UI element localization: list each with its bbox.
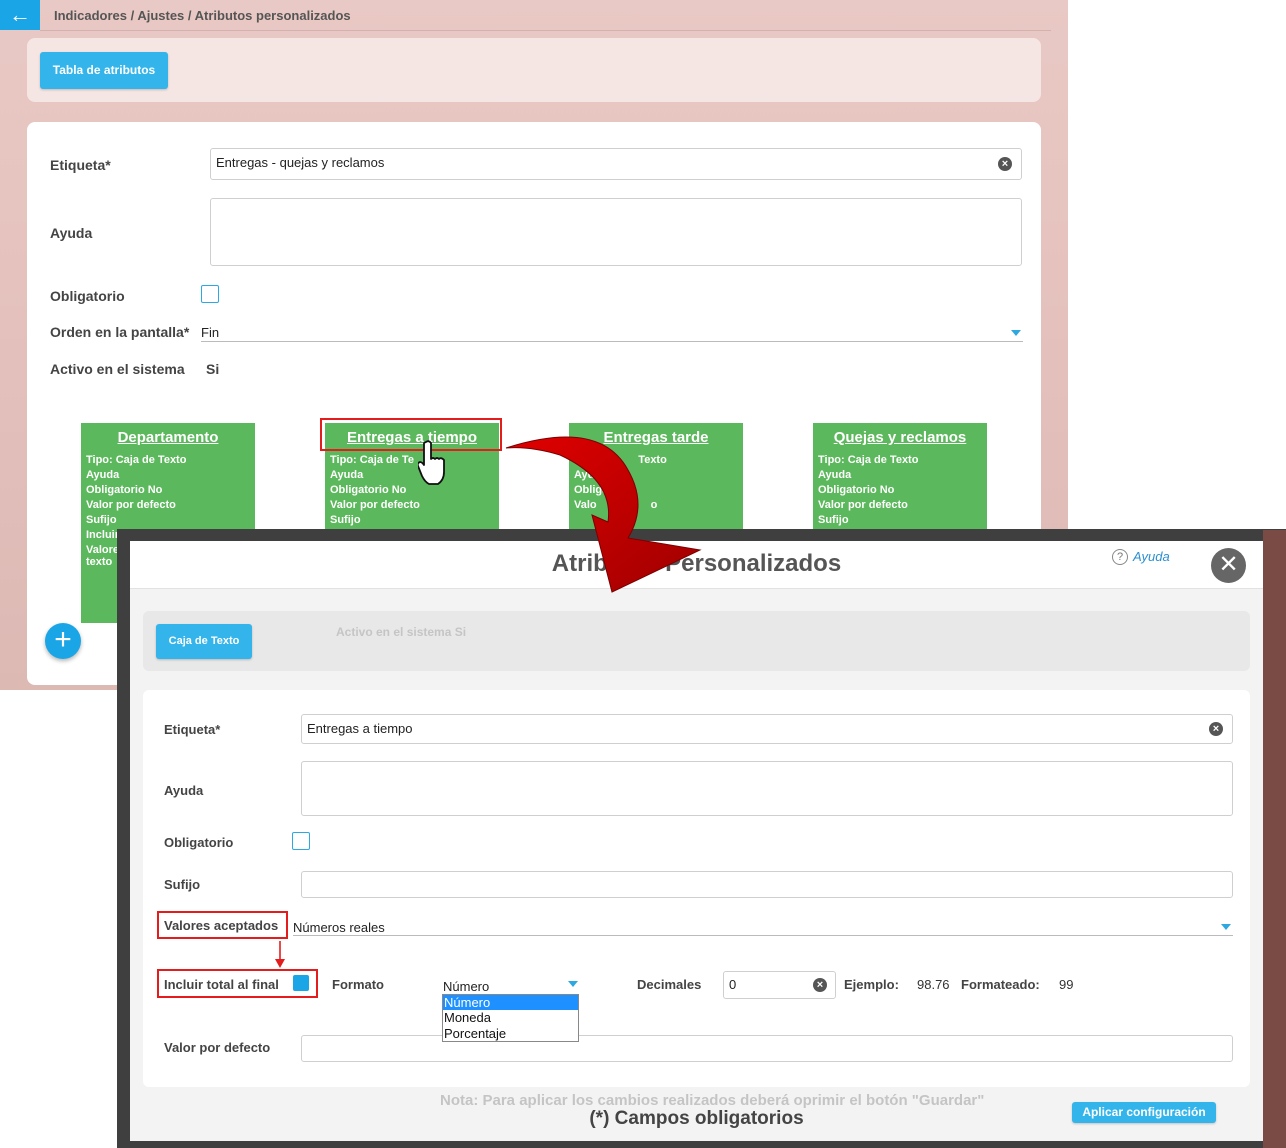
close-button[interactable]: ✕ bbox=[1211, 548, 1246, 583]
help-textarea[interactable] bbox=[210, 198, 1022, 266]
label-input-value: Entregas a tiempo bbox=[307, 721, 413, 736]
format-option[interactable]: Moneda bbox=[443, 1010, 578, 1025]
active-field-label: Activo en el sistema bbox=[50, 361, 185, 377]
attributes-table-button[interactable]: Tabla de atributos bbox=[40, 52, 168, 89]
help-field-label: Ayuda bbox=[50, 225, 93, 241]
attribute-card-line: Obligatorio No bbox=[86, 484, 163, 496]
type-toolbar-card: Caja de Texto Activo en el sistema Si bbox=[143, 611, 1250, 671]
clear-icon[interactable]: × bbox=[998, 157, 1012, 171]
modal-form-card: Etiqueta* Entregas a tiempo × Ayuda Obli… bbox=[143, 690, 1250, 1087]
format-select[interactable]: Número bbox=[443, 979, 578, 994]
help-icon[interactable]: ? bbox=[1112, 549, 1128, 565]
highlight-box bbox=[157, 911, 288, 939]
required-field-label: Obligatorio bbox=[164, 835, 234, 850]
highlight-box bbox=[157, 969, 318, 998]
suffix-input[interactable] bbox=[301, 871, 1233, 898]
formatted-label: Formateado: bbox=[961, 977, 1040, 992]
attribute-card-title[interactable]: Quejas y reclamos bbox=[813, 429, 987, 446]
format-option[interactable]: Número bbox=[443, 995, 578, 1011]
arrow-down-icon bbox=[275, 941, 285, 968]
default-value-input[interactable] bbox=[301, 1035, 1233, 1062]
attribute-card-line: Sufijo bbox=[330, 514, 361, 526]
attribute-card-line: Valor por defecto bbox=[818, 499, 908, 511]
attribute-card-line: Valor por defecto bbox=[330, 499, 420, 511]
order-select[interactable]: Fin bbox=[201, 325, 1023, 342]
format-select-value: Número bbox=[443, 979, 490, 994]
attribute-card-title[interactable]: Departamento bbox=[81, 429, 255, 446]
accepted-values-value: Números reales bbox=[293, 920, 385, 935]
apply-configuration-button[interactable]: Aplicar configuración bbox=[1072, 1102, 1216, 1123]
label-field-label: Etiqueta* bbox=[50, 157, 111, 173]
attribute-card-line: Valor por defecto bbox=[86, 499, 176, 511]
required-checkbox[interactable] bbox=[292, 832, 310, 850]
order-field-label: Orden en la pantalla* bbox=[50, 324, 190, 340]
add-attribute-button[interactable]: + bbox=[45, 623, 81, 659]
attribute-card-line: Ayuda bbox=[330, 469, 364, 481]
attribute-card-line: Obligato bbox=[574, 484, 619, 496]
back-arrow-icon[interactable]: ← bbox=[0, 0, 40, 30]
decimals-label: Decimales bbox=[637, 977, 702, 992]
attribute-card-line: Tipo: Caja de Te bbox=[330, 454, 414, 466]
help-textarea[interactable] bbox=[301, 761, 1233, 816]
modal-title: Atributos Personalizados bbox=[551, 550, 842, 577]
attribute-card-line: Obligatorio No bbox=[330, 484, 407, 496]
attribute-card-line: Tipo: Caja de Texto bbox=[818, 454, 919, 466]
ghost-text: Activo en el sistema Si bbox=[336, 625, 467, 639]
example-value: 98.76 bbox=[917, 977, 950, 992]
format-options-list[interactable]: Número Moneda Porcentaje bbox=[442, 994, 579, 1042]
suffix-field-label: Sufijo bbox=[164, 877, 201, 892]
hand-cursor-icon bbox=[418, 440, 445, 485]
decimals-input[interactable]: 0 × bbox=[723, 971, 836, 999]
clear-icon[interactable]: × bbox=[1209, 722, 1223, 736]
chevron-down-icon bbox=[1221, 924, 1231, 930]
modal-backdrop-edge bbox=[1263, 530, 1286, 1148]
required-field-label: Obligatorio bbox=[50, 288, 125, 304]
chevron-down-icon bbox=[1011, 330, 1021, 336]
attribute-card-line: Sufijo bbox=[86, 514, 117, 526]
accepted-values-select[interactable]: Números reales bbox=[293, 920, 1233, 936]
attribute-card-line: Obligatorio No bbox=[818, 484, 895, 496]
attribute-card-title[interactable]: Entregas tarde bbox=[569, 429, 743, 446]
default-value-label: Valor por defecto bbox=[164, 1040, 271, 1055]
format-option[interactable]: Porcentaje bbox=[443, 1026, 578, 1041]
modal-header: Atributos Personalizados ? Ayuda ✕ bbox=[130, 541, 1263, 589]
attribute-card-line: Sufijo bbox=[818, 514, 849, 526]
formatted-value: 99 bbox=[1059, 977, 1074, 992]
breadcrumb: Indicadores / Ajustes / Atributos person… bbox=[54, 8, 351, 23]
required-checkbox[interactable] bbox=[201, 285, 219, 303]
label-input[interactable]: Entregas - quejas y reclamos × bbox=[210, 148, 1022, 180]
custom-attributes-modal: Atributos Personalizados ? Ayuda ✕ Caja … bbox=[130, 541, 1263, 1141]
breadcrumb-divider bbox=[40, 30, 1051, 31]
label-input[interactable]: Entregas a tiempo × bbox=[301, 714, 1233, 744]
label-field-label: Etiqueta* bbox=[164, 722, 221, 737]
text-box-type-button[interactable]: Caja de Texto bbox=[156, 624, 252, 659]
label-input-value: Entregas - quejas y reclamos bbox=[216, 155, 385, 170]
help-field-label: Ayuda bbox=[164, 783, 204, 798]
attribute-card-line: Tipo: Caja de Texto bbox=[86, 454, 187, 466]
help-link[interactable]: Ayuda bbox=[1133, 549, 1170, 564]
active-value: Si bbox=[206, 361, 220, 377]
order-select-value: Fin bbox=[201, 325, 220, 340]
attribute-card-line: Tip Texto bbox=[574, 454, 667, 466]
example-label: Ejemplo: bbox=[844, 977, 899, 992]
chevron-down-icon bbox=[568, 981, 578, 987]
highlight-box bbox=[320, 418, 502, 451]
attribute-card-line: Ayuda bbox=[574, 469, 608, 481]
clear-icon[interactable]: × bbox=[813, 978, 827, 992]
decimals-value: 0 bbox=[729, 977, 737, 992]
format-label: Formato bbox=[332, 977, 384, 992]
attribute-card-line: Valo o bbox=[574, 499, 658, 511]
attribute-card-line: Ayuda bbox=[818, 469, 852, 481]
toolbar-card: Tabla de atributos bbox=[27, 38, 1041, 102]
ghost-note: Nota: Para aplicar los cambios realizado… bbox=[440, 1092, 985, 1109]
attribute-card-line: Ayuda bbox=[86, 469, 120, 481]
